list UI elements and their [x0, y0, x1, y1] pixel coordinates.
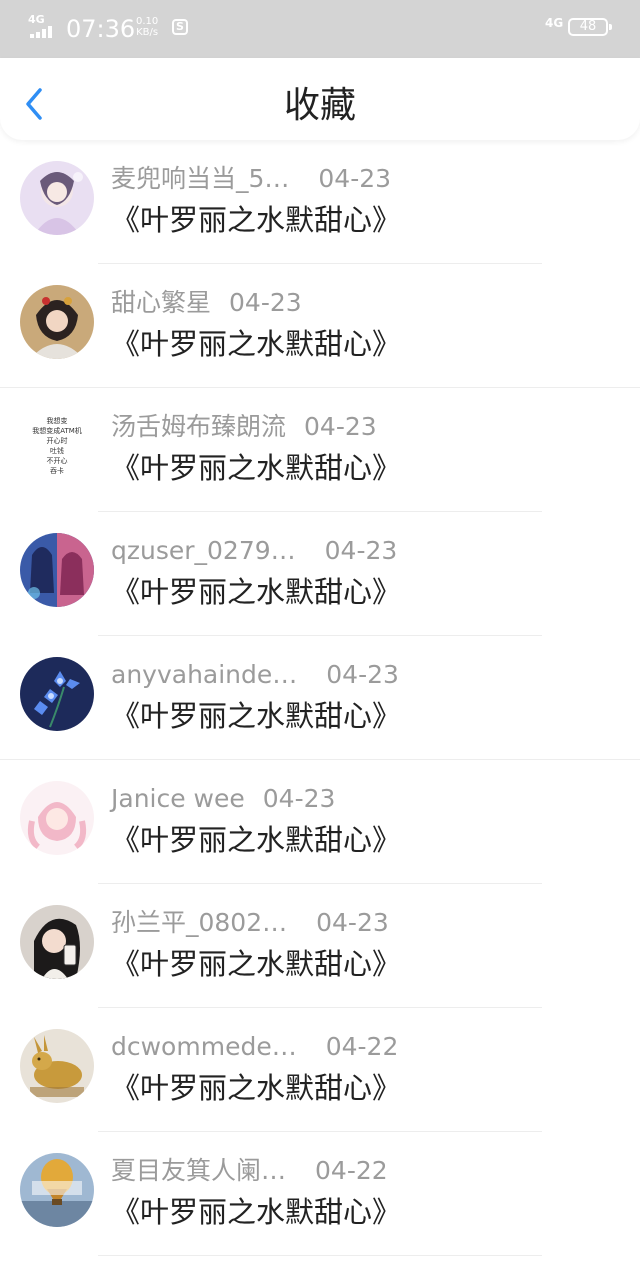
favorite-meta: anyvahainde… 04-23	[111, 658, 399, 692]
favorite-meta: Janice wee 04-23	[111, 782, 335, 816]
avatar	[20, 1029, 94, 1103]
avatar-text-line: 我想变成ATM机	[32, 427, 82, 435]
favorite-title: 《叶罗丽之水默甜心》	[111, 699, 402, 733]
date: 04-22	[315, 1156, 388, 1185]
date: 04-23	[324, 536, 398, 565]
text-avatar: 我想变 我想变成ATM机 开心时 吐钱 不开心 吞卡	[20, 409, 94, 483]
status-time: 07:36	[66, 15, 136, 43]
list-item[interactable]: 麦兜响当当_5… 04-23 《叶罗丽之水默甜心》	[0, 140, 640, 264]
list-item[interactable]: qzuser_0279… 04-23 《叶罗丽之水默甜心》	[0, 512, 640, 636]
username: 甜心繁星	[111, 288, 212, 317]
favorite-title: 《叶罗丽之水默甜心》	[111, 1071, 402, 1105]
page-title: 收藏	[283, 85, 356, 126]
username: 孙兰平_0802…	[111, 908, 288, 937]
nav-bar: 收藏	[0, 58, 640, 140]
list-item[interactable]: 甜心繁星 04-23 《叶罗丽之水默甜心》	[0, 264, 640, 388]
network-type-right: 4G	[545, 16, 564, 30]
avatar	[20, 161, 94, 235]
favorite-meta: 汤舌姆布臻朗流 04-23	[111, 410, 377, 444]
battery-icon: 48	[568, 18, 612, 36]
network-type: 4G	[28, 13, 45, 26]
avatar-text-line: 开心时	[46, 437, 68, 445]
avatar	[20, 657, 94, 731]
username: 汤舌姆布臻朗流	[111, 412, 287, 441]
favorites-list: 麦兜响当当_5… 04-23 《叶罗丽之水默甜心》 甜心繁星 04-23 《叶罗丽之…	[0, 140, 640, 1256]
avatar-text-line: 不开心	[46, 457, 68, 465]
favorite-title: 《叶罗丽之水默甜心》	[111, 327, 402, 361]
favorite-meta: 甜心繁星 04-23	[111, 286, 302, 320]
notification-icon: S	[172, 19, 188, 35]
list-item[interactable]: dcwommede… 04-22 《叶罗丽之水默甜心》	[0, 1008, 640, 1132]
avatar-text-line: 吐钱	[50, 447, 64, 455]
avatar: 我想变 我想变成ATM机 开心时 吐钱 不开心 吞卡	[20, 409, 94, 483]
username: Janice wee	[111, 784, 245, 813]
date: 04-23	[304, 412, 377, 441]
date: 04-23	[316, 908, 389, 937]
favorite-meta: 夏目友箕人阑… 04-22	[111, 1154, 388, 1188]
list-item[interactable]: 我想变 我想变成ATM机 开心时 吐钱 不开心 吞卡 汤舌姆布臻朗流 04-23 …	[0, 388, 640, 512]
favorite-meta: dcwommede… 04-22	[111, 1030, 398, 1064]
speed-unit: KB/s	[136, 27, 159, 38]
avatar	[20, 285, 94, 359]
username: qzuser_0279…	[111, 536, 296, 565]
favorite-title: 《叶罗丽之水默甜心》	[111, 947, 402, 981]
avatar-text-line: 吞卡	[50, 467, 64, 475]
favorite-title: 《叶罗丽之水默甜心》	[111, 575, 402, 609]
speed-value: 0.10	[136, 16, 159, 27]
list-item[interactable]: 夏目友箕人阑… 04-22 《叶罗丽之水默甜心》	[0, 1132, 640, 1256]
username: anyvahainde…	[111, 660, 298, 689]
status-bar: 4G 07:36 0.10 KB/s S 4G 48	[0, 0, 640, 58]
username: dcwommede…	[111, 1032, 297, 1061]
avatar	[20, 781, 94, 855]
list-item[interactable]: anyvahainde… 04-23 《叶罗丽之水默甜心》	[0, 636, 640, 760]
avatar	[20, 1153, 94, 1227]
date: 04-23	[262, 784, 336, 813]
list-item[interactable]: Janice wee 04-23 《叶罗丽之水默甜心》	[0, 760, 640, 884]
avatar	[20, 905, 94, 979]
favorite-meta: 麦兜响当当_5… 04-23	[111, 162, 391, 196]
network-speed: 0.10 KB/s	[136, 16, 158, 38]
favorite-title: 《叶罗丽之水默甜心》	[111, 1195, 402, 1229]
date: 04-23	[229, 288, 302, 317]
avatar-text-line: 我想变	[46, 417, 68, 425]
username: 夏目友箕人阑…	[111, 1156, 287, 1185]
date: 04-22	[325, 1032, 399, 1061]
favorite-title: 《叶罗丽之水默甜心》	[111, 823, 402, 857]
favorite-title: 《叶罗丽之水默甜心》	[111, 451, 402, 485]
favorite-meta: qzuser_0279… 04-23	[111, 534, 397, 568]
username: 麦兜响当当_5…	[111, 164, 290, 193]
date: 04-23	[318, 164, 392, 193]
signal-icon	[30, 26, 60, 38]
date: 04-23	[326, 660, 399, 689]
list-item[interactable]: 孙兰平_0802… 04-23 《叶罗丽之水默甜心》	[0, 884, 640, 1008]
avatar	[20, 533, 94, 607]
favorite-meta: 孙兰平_0802… 04-23	[111, 906, 389, 940]
favorite-title: 《叶罗丽之水默甜心》	[111, 203, 402, 237]
divider	[98, 1255, 542, 1256]
